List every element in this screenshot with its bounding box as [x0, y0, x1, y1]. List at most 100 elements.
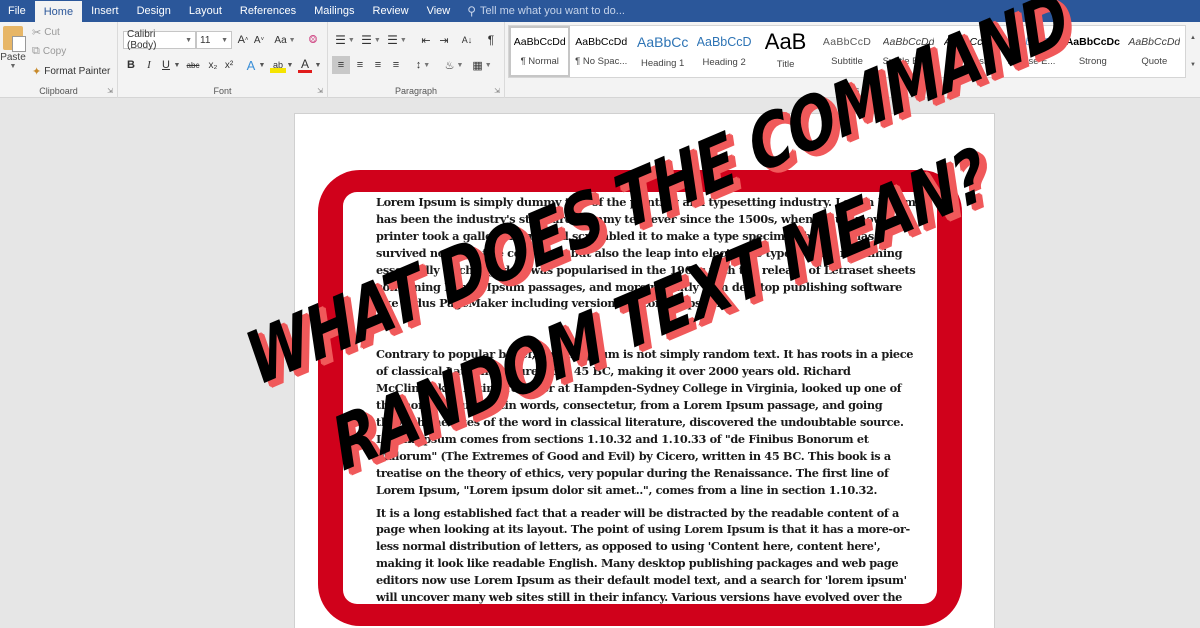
- style-name: Subtitle: [831, 56, 863, 67]
- paragraph: It is a long established fact that a rea…: [376, 505, 910, 605]
- clear-formatting-button[interactable]: ⨷: [306, 32, 320, 48]
- multilevel-list-button[interactable]: ☰ ▼: [386, 32, 408, 48]
- tab-review[interactable]: Review: [364, 0, 418, 22]
- style-intense-emphasis[interactable]: AaBbCcDd Intense E...: [1001, 26, 1062, 77]
- font-size-select[interactable]: 11 ▼: [196, 31, 232, 49]
- copy-label: Copy: [42, 46, 67, 57]
- chevron-down-icon[interactable]: ▼: [173, 57, 181, 73]
- styles-gallery-scroll[interactable]: ▲ ▼: [1188, 25, 1198, 78]
- tab-design[interactable]: Design: [128, 0, 180, 22]
- shrink-font-button[interactable]: A ˅: [252, 32, 266, 48]
- paste-button[interactable]: Paste ▼: [0, 26, 26, 70]
- italic-button[interactable]: I: [142, 57, 156, 73]
- tab-mailings[interactable]: Mailings: [305, 0, 363, 22]
- chevron-down-icon[interactable]: ▼: [286, 57, 294, 73]
- style-name: Quote: [1141, 56, 1168, 67]
- style-quote[interactable]: AaBbCcDd Quote: [1124, 26, 1185, 77]
- tab-layout[interactable]: Layout: [180, 0, 231, 22]
- clipboard-icon: [3, 26, 26, 52]
- dialog-launcher-icon[interactable]: ⇲: [317, 87, 323, 95]
- align-left-icon: ≡: [337, 59, 345, 71]
- show-formatting-button[interactable]: ¶: [484, 32, 498, 48]
- style-sample: AaBbCcDd: [513, 36, 566, 48]
- text-effects-button[interactable]: A: [244, 57, 258, 73]
- highlight-button[interactable]: ab: [270, 57, 286, 73]
- dialog-launcher-icon[interactable]: ⇲: [494, 87, 500, 95]
- font-name-select[interactable]: Calibri (Body) ▼: [123, 29, 196, 51]
- line-spacing-button[interactable]: ↕ ▼: [412, 57, 434, 73]
- chevron-down-icon: ▼: [288, 36, 296, 44]
- style-name: ¶ Normal: [520, 56, 559, 67]
- copy-button[interactable]: ⧉ Copy: [32, 45, 66, 58]
- format-painter-button[interactable]: ✦ Format Painter: [32, 65, 110, 78]
- justify-button[interactable]: ≡: [388, 57, 404, 73]
- word-window: File Home Insert Design Layout Reference…: [0, 0, 1200, 628]
- numbered-list-icon: ☰: [361, 33, 372, 47]
- underline-button[interactable]: U: [159, 57, 173, 73]
- superscript-button[interactable]: x²: [222, 57, 236, 73]
- subscript-button[interactable]: x₂: [206, 57, 220, 73]
- style-heading-2[interactable]: AaBbCcD Heading 2: [693, 26, 754, 77]
- style-title[interactable]: AaB Title: [755, 26, 816, 77]
- style-sample: AaBbCcDd: [943, 36, 996, 48]
- indent-icon: ⇥: [439, 34, 449, 47]
- style-subtitle[interactable]: AaBbCcD Subtitle: [816, 26, 877, 77]
- chevron-down-icon: ▼: [221, 36, 228, 44]
- align-right-icon: ≡: [374, 59, 382, 71]
- chevron-down-icon: ▼: [373, 36, 381, 44]
- style-strong[interactable]: AaBbCcDc Strong: [1062, 26, 1123, 77]
- style-sample: AaBbCcDd: [575, 36, 628, 48]
- copy-icon: ⧉: [32, 45, 40, 57]
- paragraph-group: ☰ ▼ ☰ ▼ ☰ ▼ ⇤ ⇥ A↓ ¶ ≡ ≡ ≡ ≡ ↕ ▼ ♨ ▼ ▦ ▼ Parag…: [328, 22, 505, 98]
- chevron-down-icon: ▼: [423, 61, 431, 69]
- bullets-button[interactable]: ☰ ▼: [334, 32, 356, 48]
- multilevel-list-icon: ☰: [387, 33, 398, 47]
- style-emphasis[interactable]: AaBbCcDd Emphasis: [939, 26, 1000, 77]
- style-subtle-emphasis[interactable]: AaBbCcDd Subtle Em...: [878, 26, 939, 77]
- style-name: Emphasis: [949, 56, 991, 67]
- paragraph: Lorem Ipsum is simply dummy text of the …: [376, 195, 916, 311]
- shading-button[interactable]: ♨ ▼: [442, 57, 466, 73]
- decrease-indent-button[interactable]: ⇤: [418, 32, 434, 48]
- style-sample: AaBbCcD: [822, 36, 872, 48]
- tab-home[interactable]: Home: [34, 1, 83, 22]
- tab-file[interactable]: File: [0, 0, 35, 22]
- bold-button[interactable]: B: [124, 57, 138, 73]
- sort-icon: A↓: [461, 35, 473, 45]
- font-size-value: 11: [200, 34, 211, 46]
- cut-button[interactable]: ✂ Cut: [32, 26, 60, 39]
- pilcrow-icon: ¶: [487, 33, 495, 47]
- style-name: Intense E...: [1007, 56, 1056, 67]
- strikethrough-button[interactable]: abc: [184, 57, 202, 73]
- grow-font-button[interactable]: A ˄: [236, 32, 250, 48]
- font-color-button[interactable]: A: [298, 57, 312, 73]
- tab-references[interactable]: References: [231, 0, 305, 22]
- document-body[interactable]: Lorem Ipsum is simply dummy text of the …: [376, 194, 916, 604]
- tell-me-search[interactable]: ⚲ Tell me what you want to do...: [459, 0, 625, 22]
- borders-button[interactable]: ▦ ▼: [470, 57, 494, 73]
- justify-icon: ≡: [392, 59, 400, 71]
- sort-button[interactable]: A↓: [460, 32, 474, 48]
- align-center-button[interactable]: ≡: [352, 57, 368, 73]
- change-case-label: Aa: [274, 34, 287, 46]
- style-normal[interactable]: AaBbCcDd ¶ Normal: [509, 26, 571, 77]
- tab-insert[interactable]: Insert: [82, 0, 128, 22]
- change-case-button[interactable]: Aa ▼: [274, 32, 296, 48]
- line-spacing-icon: ↕: [415, 59, 422, 71]
- align-right-button[interactable]: ≡: [370, 57, 386, 73]
- style-heading-1[interactable]: AaBbCc Heading 1: [632, 26, 693, 77]
- increase-indent-button[interactable]: ⇥: [436, 32, 452, 48]
- tab-view[interactable]: View: [418, 0, 460, 22]
- style-no-spacing[interactable]: AaBbCcDd ¶ No Spac...: [570, 26, 631, 77]
- scroll-down-icon[interactable]: ▼: [1190, 62, 1196, 68]
- align-left-button[interactable]: ≡: [332, 56, 350, 74]
- clipboard-group: Paste ▼ ✂ Cut ⧉ Copy ✦ Format Painter Cl…: [0, 22, 118, 98]
- numbering-button[interactable]: ☰ ▼: [360, 32, 382, 48]
- dialog-launcher-icon[interactable]: ⇲: [107, 87, 113, 95]
- chevron-down-icon: ▼: [9, 63, 17, 70]
- format-painter-label: Format Painter: [44, 66, 111, 77]
- paste-label: Paste: [0, 52, 26, 63]
- chevron-down-icon[interactable]: ▼: [314, 57, 322, 73]
- scroll-up-icon[interactable]: ▲: [1190, 35, 1196, 41]
- chevron-down-icon[interactable]: ▼: [258, 57, 266, 73]
